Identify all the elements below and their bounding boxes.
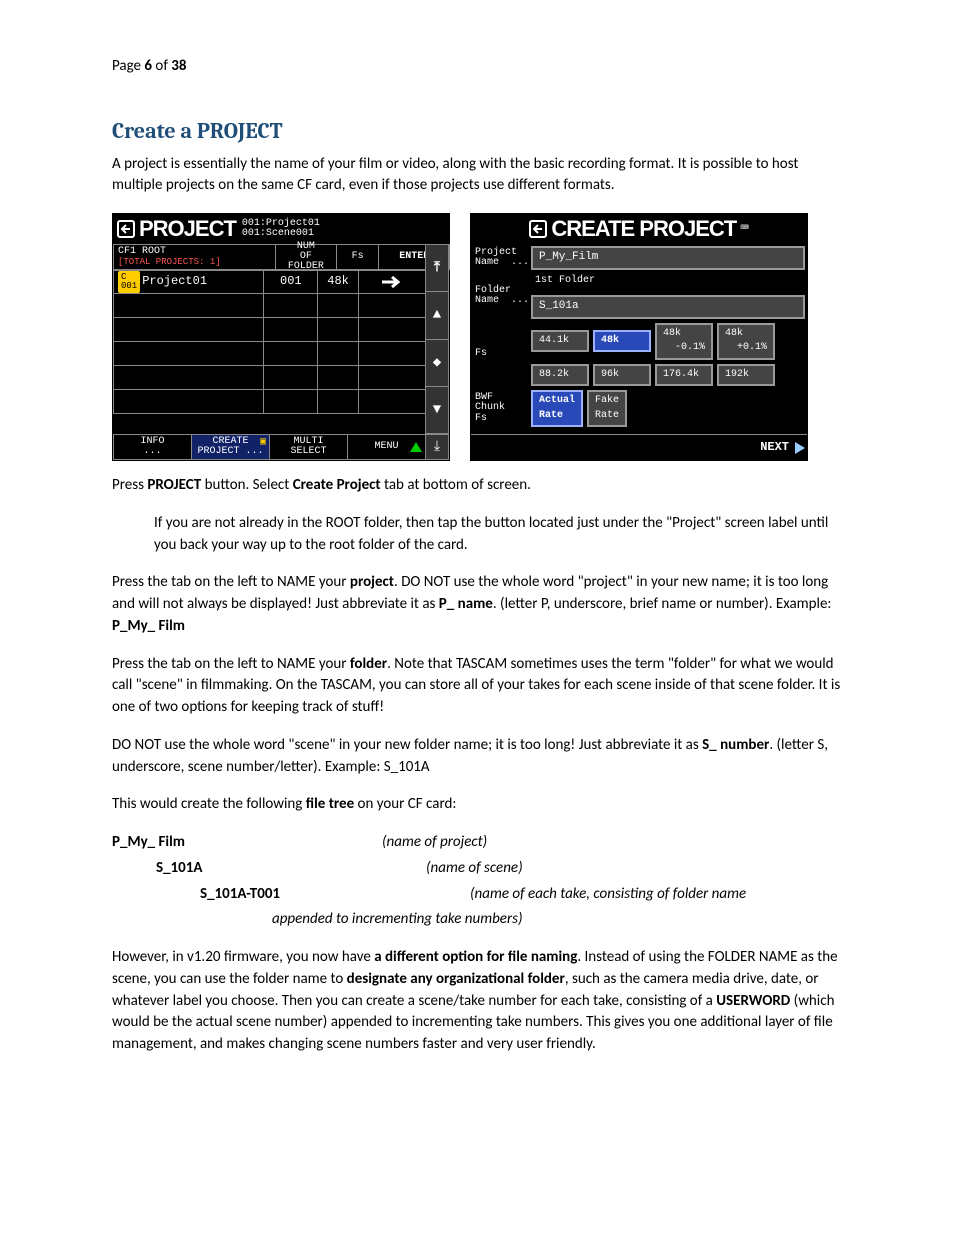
folder-icon: ▣ [260, 438, 266, 448]
file-tree-intro: This would create the following file tre… [112, 794, 842, 816]
tree-take: S_101A-T001 [112, 884, 470, 906]
scroll-down-icon[interactable]: ▼ [425, 386, 449, 434]
fs-header: Fs [336, 244, 380, 270]
next-button[interactable]: NEXT [760, 439, 789, 456]
fs-option[interactable]: 192k [717, 364, 775, 387]
page-total: 38 [171, 57, 186, 75]
project-name-cell: Project01 [142, 273, 207, 290]
intro-paragraph: A project is essentially the name of you… [112, 154, 842, 198]
scroll-up-icon[interactable]: ▲ [425, 291, 449, 338]
screenshot-create-project-screen: CREATE PROJECT ⌨ Project Name ... P_My_F… [470, 213, 808, 461]
bwf-options: Actual RateFake Rate [529, 388, 807, 429]
page-number: Page 6 of 38 [112, 56, 842, 78]
tree-scene-desc: (name of scene) [426, 858, 523, 880]
back-icon[interactable] [117, 220, 135, 238]
tree-project-desc: (name of project) [382, 832, 487, 854]
folder-name-field[interactable]: S_101a [531, 295, 805, 319]
scene-abbrev-paragraph: DO NOT use the whole word "scene" in you… [112, 735, 842, 779]
fs-option[interactable]: 44.1k [531, 330, 589, 353]
next-arrow-icon[interactable] [795, 442, 805, 454]
file-tree: P_My_ Film(name of project) S_101A(name … [112, 832, 842, 931]
page-sep: of [152, 57, 171, 75]
name-project-paragraph: Press the tab on the left to NAME your p… [112, 572, 842, 637]
tree-take-desc-cont: appended to incrementing take numbers) [112, 909, 842, 931]
project-row[interactable]: C 001 Project01 001 48k [113, 270, 425, 294]
total-projects-label: [TOTAL PROJECTS: 1] [118, 258, 221, 267]
folder-name-label: Folder Name ... [471, 272, 529, 320]
project-badge: C 001 [118, 271, 140, 293]
multi-select-tab[interactable]: MULTI SELECT [269, 434, 348, 460]
fs-option[interactable]: 176.4k [655, 364, 713, 387]
project-screen-sub2: 001:Scene001 [242, 229, 320, 240]
fs-option[interactable]: 88.2k [531, 364, 589, 387]
back-icon[interactable] [529, 220, 547, 238]
fs-options: 44.1k48k48k -0.1%48k +0.1% 88.2k96k176.4k… [529, 321, 807, 389]
firmware-paragraph: However, in v1.20 firmware, you now have… [112, 947, 842, 1056]
name-folder-paragraph: Press the tab on the left to NAME your f… [112, 654, 842, 719]
tree-take-desc: (name of each take, consisting of folder… [470, 884, 746, 906]
fs-option[interactable]: 48k -0.1% [655, 323, 713, 360]
num-of-folder-header: NUM OF FOLDER [275, 244, 337, 270]
first-folder-label: 1st Folder [535, 274, 805, 289]
page-current: 6 [144, 57, 152, 75]
create-project-tab[interactable]: CREATE PROJECT ... ▣ [191, 434, 270, 460]
project-name-field[interactable]: P_My_Film [531, 246, 805, 270]
bwf-option[interactable]: Actual Rate [531, 390, 583, 427]
bwf-option[interactable]: Fake Rate [587, 390, 627, 427]
fs-label: Fs [471, 321, 529, 389]
scroll-top-icon[interactable]: ⤒ [425, 244, 449, 291]
page-prefix: Page [112, 57, 144, 75]
tree-scene: S_101A [112, 858, 426, 880]
info-tab[interactable]: INFO ... [113, 434, 192, 460]
fs-option[interactable]: 96k [593, 364, 651, 387]
project-name-label: Project Name ... [471, 244, 529, 272]
press-project-paragraph: Press PROJECT button. Select Create Proj… [112, 475, 842, 497]
tree-project: P_My_ Film [112, 832, 382, 854]
project-enter-arrow[interactable] [358, 270, 426, 294]
scroll-thumb-icon[interactable]: ◆ [425, 339, 449, 386]
screenshot-project-screen: PROJECT 001:Project01 001:Scene001 CF1 R… [112, 213, 450, 461]
root-folder-paragraph: If you are not already in the ROOT folde… [154, 513, 842, 557]
fs-option[interactable]: 48k [593, 330, 651, 353]
fs-option[interactable]: 48k +0.1% [717, 323, 775, 360]
keyboard-icon: ⌨ [740, 219, 748, 239]
menu-up-icon [410, 442, 422, 452]
menu-tab[interactable]: MENU [347, 434, 426, 460]
create-project-title: CREATE PROJECT [551, 218, 736, 240]
project-fs-cell: 48k [317, 270, 359, 294]
project-num-cell: 001 [263, 270, 318, 294]
section-heading: Create a PROJECT [112, 116, 842, 148]
project-screen-title: PROJECT [139, 218, 236, 240]
scroll-bottom-icon[interactable]: ⤓ [425, 434, 449, 460]
bwf-label: BWF Chunk Fs [471, 388, 529, 429]
